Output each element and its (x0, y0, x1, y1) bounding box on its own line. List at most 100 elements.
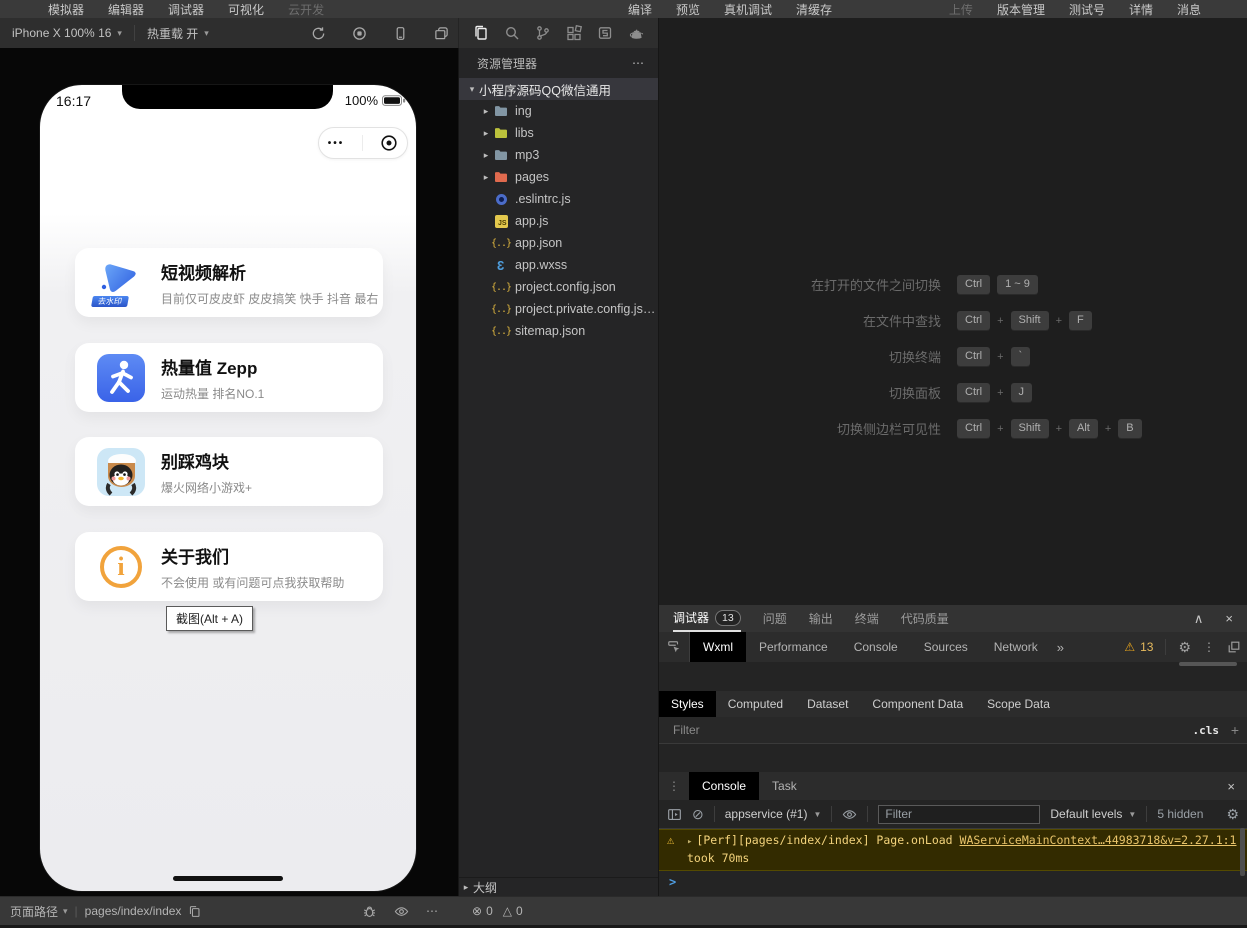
kebab-menu-icon[interactable]: ⋮ (1203, 640, 1215, 654)
more-actions-icon[interactable]: ⋯ (426, 904, 438, 918)
capsule-more-icon[interactable]: ••• (328, 138, 345, 149)
devtab-network[interactable]: Network (981, 632, 1051, 662)
device-selector[interactable]: iPhone X 100% 16 ▾ (0, 26, 134, 40)
extensions-icon[interactable] (565, 24, 583, 42)
close-console-icon[interactable]: × (1227, 772, 1235, 800)
hot-reload-toggle[interactable]: 热重载 开 ▾ (135, 25, 221, 42)
tab-dataset[interactable]: Dataset (795, 691, 860, 717)
tab-terminal[interactable]: 终端 (855, 605, 879, 632)
tab-debugger[interactable]: 调试器 13 (673, 605, 741, 632)
card-chicken-game[interactable]: 别踩鸡块 爆火网络小游戏+ (75, 437, 383, 506)
source-link[interactable]: WAServiceMainContext…44983718&v=2.27.1:1 (960, 833, 1237, 847)
tree-folder-ing[interactable]: ▸ ing (459, 100, 658, 122)
menu-test-account[interactable]: 测试号 (1069, 1, 1105, 18)
console-prompt[interactable]: > (659, 871, 1247, 889)
context-selector[interactable]: appservice (#1) ▼ (725, 807, 822, 821)
element-picker-icon[interactable] (659, 632, 690, 662)
multi-window-icon[interactable] (432, 24, 450, 42)
tab-output[interactable]: 输出 (809, 605, 833, 632)
tree-folder-mp3[interactable]: ▸ mp3 (459, 144, 658, 166)
hidden-messages-count[interactable]: 5 hidden (1157, 807, 1203, 821)
tab-code-quality[interactable]: 代码质量 (901, 605, 949, 632)
expand-caret-icon[interactable]: ▸ (687, 837, 692, 847)
chevron-collapsed-icon[interactable]: ▸ (479, 128, 493, 139)
problems-indicator[interactable]: ⊗ 0 △ 0 (472, 904, 523, 918)
gear-icon[interactable]: ⚙ (1178, 639, 1191, 656)
devtab-performance[interactable]: Performance (746, 632, 841, 662)
tree-root-project[interactable]: ▾ 小程序源码QQ微信通用 (459, 78, 658, 100)
refresh-icon[interactable] (309, 24, 327, 42)
tab-scope-data[interactable]: Scope Data (975, 691, 1062, 717)
card-zepp[interactable]: 热量值 Zepp 运动热量 排名NO.1 (75, 343, 383, 412)
tab-component-data[interactable]: Component Data (860, 691, 975, 717)
console-warning-entry[interactable]: ⚠ ▸ [Perf][pages/index/index] Page.onLoad… (659, 829, 1247, 871)
menu-compile[interactable]: 编译 (628, 1, 652, 18)
mini-program-capsule[interactable]: ••• (318, 127, 408, 159)
menu-editor[interactable]: 编辑器 (108, 1, 144, 18)
menu-messages[interactable]: 消息 (1177, 1, 1201, 18)
tab-console[interactable]: Console (689, 772, 760, 800)
explorer-more-icon[interactable]: ⋯ (632, 56, 644, 70)
tree-file-projectprivateconfig[interactable]: {..} project.private.config.js… (459, 298, 658, 320)
devtab-console[interactable]: Console (841, 632, 911, 662)
copy-path-icon[interactable] (188, 905, 201, 918)
tab-styles[interactable]: Styles (659, 691, 716, 717)
console-filter-input[interactable] (878, 804, 1041, 824)
tree-file-eslintrc[interactable]: .eslintrc.js (459, 188, 658, 210)
panel-layout-icon[interactable] (596, 24, 614, 42)
menu-clear-cache[interactable]: 清缓存 (796, 1, 832, 18)
capsule-close-icon[interactable] (380, 134, 398, 152)
devtab-sources[interactable]: Sources (911, 632, 981, 662)
card-video-parse[interactable]: 去水印 短视频解析 目前仅可皮皮虾 皮皮搞笑 快手 抖音 最右 (75, 248, 383, 317)
menu-debugger[interactable]: 调试器 (168, 1, 204, 18)
log-levels-selector[interactable]: Default levels ▼ (1050, 807, 1136, 821)
files-icon[interactable] (472, 24, 490, 42)
teapot-icon[interactable] (627, 24, 645, 42)
tree-file-appjs[interactable]: JS app.js (459, 210, 658, 232)
menu-visualization[interactable]: 可视化 (228, 1, 264, 18)
clear-console-icon[interactable]: ⊘ (692, 806, 704, 823)
eye-icon[interactable] (394, 904, 409, 919)
page-path-selector[interactable]: 页面路径 ▾ (10, 903, 68, 920)
git-branch-icon[interactable] (534, 24, 552, 42)
console-settings-icon[interactable]: ⚙ (1226, 806, 1239, 823)
eye-icon[interactable] (842, 807, 857, 822)
tab-task[interactable]: Task (759, 772, 810, 800)
collapse-panel-icon[interactable]: ∧ (1194, 611, 1204, 627)
menu-version-control[interactable]: 版本管理 (997, 1, 1045, 18)
close-panel-icon[interactable]: × (1225, 611, 1233, 626)
undock-icon[interactable] (1227, 640, 1241, 654)
device-frame-icon[interactable] (391, 24, 409, 42)
tree-folder-libs[interactable]: ▸ libs (459, 122, 658, 144)
menu-simulator[interactable]: 模拟器 (48, 1, 84, 18)
tab-computed[interactable]: Computed (716, 691, 795, 717)
bug-icon[interactable] (362, 904, 377, 919)
tree-folder-pages[interactable]: ▸ pages (459, 166, 658, 188)
tree-file-appjson[interactable]: {..} app.json (459, 232, 658, 254)
chevron-collapsed-icon[interactable]: ▸ (479, 150, 493, 161)
devtools-hscrollbar[interactable] (659, 662, 1247, 667)
chevron-collapsed-icon[interactable]: ▸ (479, 106, 493, 117)
tab-problems[interactable]: 问题 (763, 605, 787, 632)
devtab-wxml[interactable]: Wxml (690, 632, 746, 662)
console-kebab-icon[interactable]: ⋮ (659, 772, 689, 800)
tree-file-appwxss[interactable]: 3 app.wxss (459, 254, 658, 276)
chevron-collapsed-icon[interactable]: ▸ (459, 882, 473, 893)
more-tabs-icon[interactable]: » (1051, 632, 1070, 662)
tree-file-sitemap[interactable]: {..} sitemap.json (459, 320, 658, 342)
cls-toggle-button[interactable]: .cls (1193, 724, 1220, 737)
add-style-icon[interactable]: + (1231, 722, 1239, 738)
menu-remote-debug[interactable]: 真机调试 (724, 1, 772, 18)
menu-preview[interactable]: 预览 (676, 1, 700, 18)
console-sidebar-icon[interactable] (667, 807, 682, 822)
card-about-us[interactable]: i 关于我们 不会使用 或有问题可点我获取帮助 (75, 532, 383, 601)
console-vscrollbar[interactable] (1240, 828, 1245, 876)
outline-section[interactable]: ▸ 大纲 (459, 877, 658, 896)
menu-details[interactable]: 详情 (1129, 1, 1153, 18)
record-icon[interactable] (350, 24, 368, 42)
chevron-expanded-icon[interactable]: ▾ (465, 84, 479, 95)
warnings-indicator[interactable]: ⚠ 13 (1124, 640, 1153, 654)
tree-file-projectconfig[interactable]: {..} project.config.json (459, 276, 658, 298)
styles-filter-input[interactable] (659, 722, 1105, 738)
search-icon[interactable] (503, 24, 521, 42)
